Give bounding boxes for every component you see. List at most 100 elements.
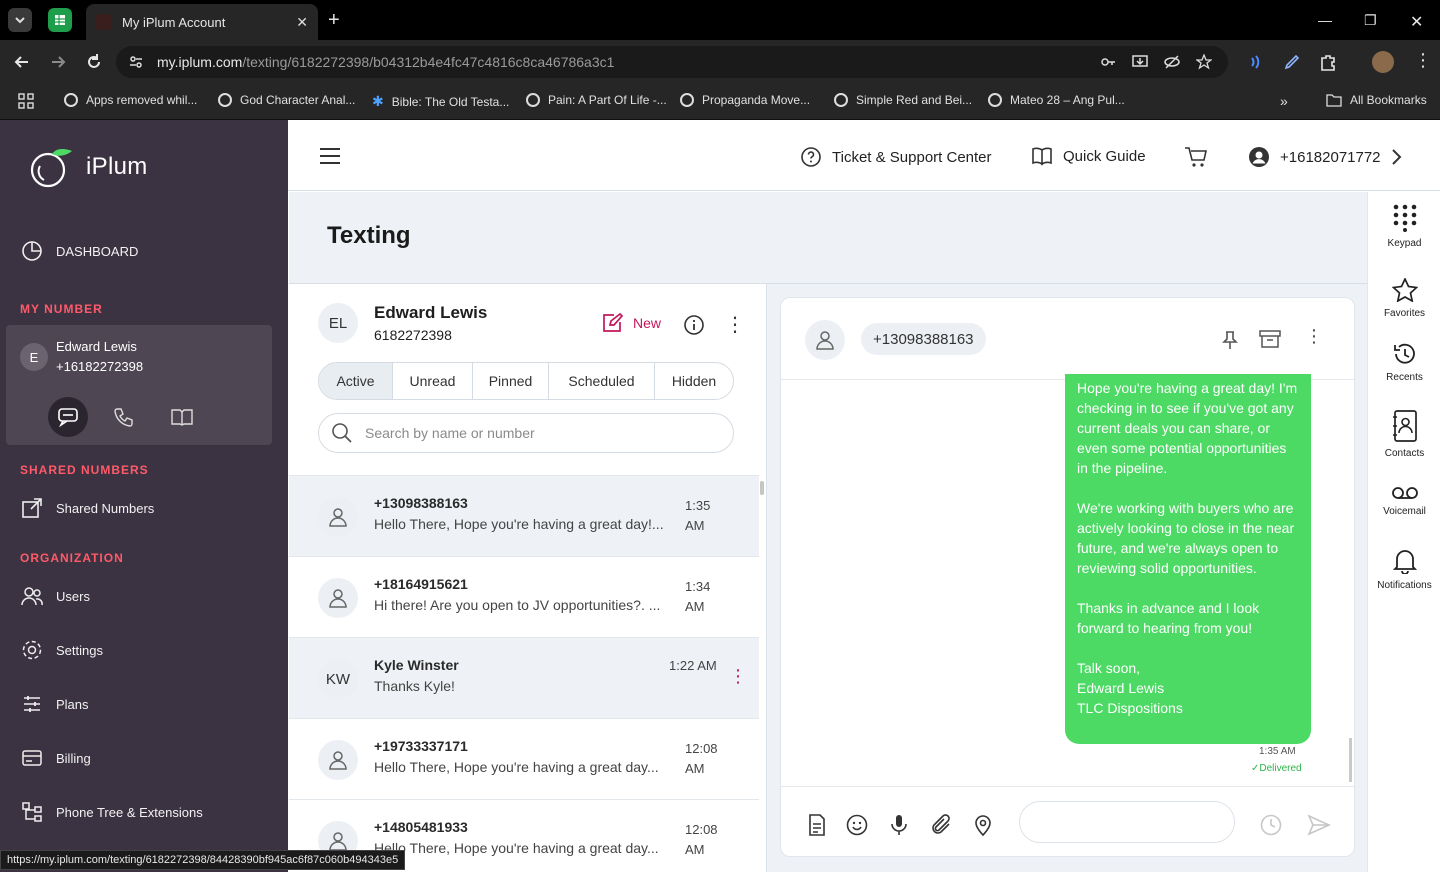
- row-options-icon[interactable]: ⋮: [729, 666, 747, 687]
- minimize-button[interactable]: —: [1318, 12, 1332, 28]
- restore-button[interactable]: ❐: [1364, 12, 1377, 29]
- tab-unread[interactable]: Unread: [393, 363, 473, 399]
- texting-button[interactable]: [48, 397, 88, 437]
- sidebar-item-users[interactable]: Users: [20, 584, 90, 608]
- pinned-tab-sheets[interactable]: [48, 8, 72, 32]
- eye-off-icon[interactable]: [1164, 54, 1180, 70]
- rail-favorites[interactable]: Favorites: [1368, 278, 1440, 319]
- more-options-icon[interactable]: ⋮: [725, 312, 745, 337]
- new-message-button[interactable]: New: [601, 313, 661, 333]
- chat-icon: [58, 408, 78, 427]
- sidebar-item-shared-numbers[interactable]: Shared Numbers: [20, 496, 154, 520]
- message-input[interactable]: [1019, 801, 1235, 843]
- account-menu[interactable]: +16182071772: [1248, 146, 1381, 168]
- apps-grid-icon[interactable]: [18, 93, 34, 109]
- sidebar-item-settings[interactable]: Settings: [20, 638, 103, 662]
- back-icon[interactable]: [12, 52, 32, 72]
- extensions-icon[interactable]: [1318, 52, 1338, 72]
- template-icon[interactable]: [805, 813, 829, 837]
- support-center-link[interactable]: Ticket & Support Center: [800, 146, 992, 168]
- microphone-icon[interactable]: [887, 813, 911, 837]
- chat-scrollbar[interactable]: [1349, 738, 1352, 782]
- conversation-row[interactable]: +18164915621 Hi there! Are you open to J…: [289, 557, 759, 638]
- pin-icon[interactable]: [1221, 330, 1239, 350]
- more-bookmarks-icon[interactable]: »: [1280, 93, 1288, 109]
- chevron-right-icon[interactable]: [1390, 148, 1402, 166]
- quick-guide-link[interactable]: Quick Guide: [1031, 146, 1146, 166]
- conversation-time: 12:08 AM: [685, 820, 719, 860]
- bookmark-item[interactable]: Mateo 28 – Ang Pul...: [988, 93, 1125, 107]
- profile-avatar[interactable]: [1372, 51, 1394, 73]
- bookmark-item[interactable]: ✱ Bible: The Old Testa...: [372, 93, 509, 110]
- install-app-icon[interactable]: [1132, 54, 1148, 70]
- chat-options-icon[interactable]: ⋮: [1305, 326, 1323, 347]
- key-icon[interactable]: [1100, 54, 1116, 70]
- rail-voicemail[interactable]: Voicemail: [1368, 486, 1440, 517]
- new-tab-button[interactable]: +: [328, 10, 340, 30]
- search-input[interactable]: [365, 425, 705, 441]
- attachment-icon[interactable]: [929, 813, 953, 837]
- conversation-time: 1:22 AM: [669, 658, 717, 673]
- rail-contacts[interactable]: Contacts: [1368, 410, 1440, 459]
- reload-icon[interactable]: [84, 52, 104, 72]
- info-icon[interactable]: [683, 314, 705, 336]
- bookmark-item[interactable]: God Character Anal...: [218, 93, 355, 107]
- archive-icon[interactable]: [1259, 329, 1281, 349]
- iplum-logo[interactable]: iPlum: [28, 146, 148, 188]
- conversation-row[interactable]: +13098388163 Hello There, Hope you're ha…: [289, 476, 759, 557]
- sidebar-item-plans[interactable]: Plans: [20, 692, 89, 716]
- bookmark-item[interactable]: Simple Red and Bei...: [834, 93, 972, 107]
- new-label: New: [633, 315, 662, 331]
- close-window-button[interactable]: ✕: [1410, 12, 1423, 32]
- tab-iplum[interactable]: My iPlum Account ✕: [86, 4, 318, 40]
- conversation-preview: Hello There, Hope you're having a great …: [374, 516, 664, 532]
- star-icon[interactable]: [1196, 54, 1212, 70]
- cart-icon[interactable]: [1184, 146, 1208, 168]
- rail-label: Recents: [1386, 372, 1423, 383]
- tab-search-button[interactable]: [8, 8, 32, 32]
- rail-notifications[interactable]: Notifications: [1368, 548, 1440, 591]
- contact-number-chip[interactable]: +13098388163: [861, 323, 986, 355]
- pen-extension-icon[interactable]: [1282, 52, 1302, 72]
- close-tab-icon[interactable]: ✕: [296, 14, 308, 31]
- folder-icon: [1326, 94, 1342, 107]
- sidebar-item-dashboard[interactable]: DASHBOARD: [20, 239, 138, 263]
- sidebar-item-label: Settings: [56, 642, 103, 658]
- sidebar-item-label: Users: [56, 588, 90, 604]
- schedule-clock-icon[interactable]: [1259, 813, 1283, 837]
- conversation-row[interactable]: +19733337171 Hello There, Hope you're ha…: [289, 719, 759, 800]
- list-scrollbar[interactable]: [760, 481, 764, 495]
- site-info-icon[interactable]: [128, 54, 144, 70]
- emoji-icon[interactable]: [845, 813, 869, 837]
- rail-recents[interactable]: Recents: [1368, 342, 1440, 383]
- bookmark-label: Mateo 28 – Ang Pul...: [1010, 93, 1125, 107]
- calls-button[interactable]: [104, 397, 144, 437]
- tab-scheduled[interactable]: Scheduled: [549, 363, 655, 399]
- bookmark-item[interactable]: Propaganda Move...: [680, 93, 810, 107]
- conversation-preview: Hello There, Hope you're having a great …: [374, 759, 659, 775]
- time-ampm: AM: [685, 518, 705, 533]
- my-number-card[interactable]: E Edward Lewis +16182272398: [6, 325, 272, 445]
- extension-audio-icon[interactable]: [1246, 52, 1266, 72]
- bookmark-item[interactable]: Apps removed whil...: [64, 93, 197, 107]
- tab-hidden[interactable]: Hidden: [655, 363, 733, 399]
- conversation-filter-tabs: Active Unread Pinned Scheduled Hidden: [318, 362, 734, 400]
- all-bookmarks[interactable]: All Bookmarks: [1326, 93, 1427, 107]
- hamburger-menu-icon[interactable]: [318, 146, 342, 166]
- rail-keypad[interactable]: Keypad: [1368, 204, 1440, 249]
- globe-icon: [680, 93, 694, 107]
- tab-pinned[interactable]: Pinned: [473, 363, 549, 399]
- browser-menu-icon[interactable]: ⋮: [1414, 50, 1432, 71]
- omnibox[interactable]: my.iplum.com/texting/6182272398/b04312b4…: [116, 46, 1228, 78]
- conversation-row[interactable]: KW Kyle Winster Thanks Kyle! 1:22 AM ⋮: [289, 638, 759, 719]
- send-icon[interactable]: [1307, 813, 1331, 837]
- time-hour: 12:08: [685, 741, 718, 756]
- location-pin-icon[interactable]: [971, 813, 995, 837]
- voicemail-icon: [1391, 487, 1418, 499]
- sidebar-item-billing[interactable]: Billing: [20, 746, 91, 770]
- sidebar-item-phone-tree[interactable]: Phone Tree & Extensions: [20, 800, 203, 824]
- bookmark-item[interactable]: Pain: A Part Of Life -...: [526, 93, 667, 107]
- tab-active[interactable]: Active: [319, 363, 393, 399]
- contacts-book-button[interactable]: [162, 397, 202, 437]
- forward-icon[interactable]: [48, 52, 68, 72]
